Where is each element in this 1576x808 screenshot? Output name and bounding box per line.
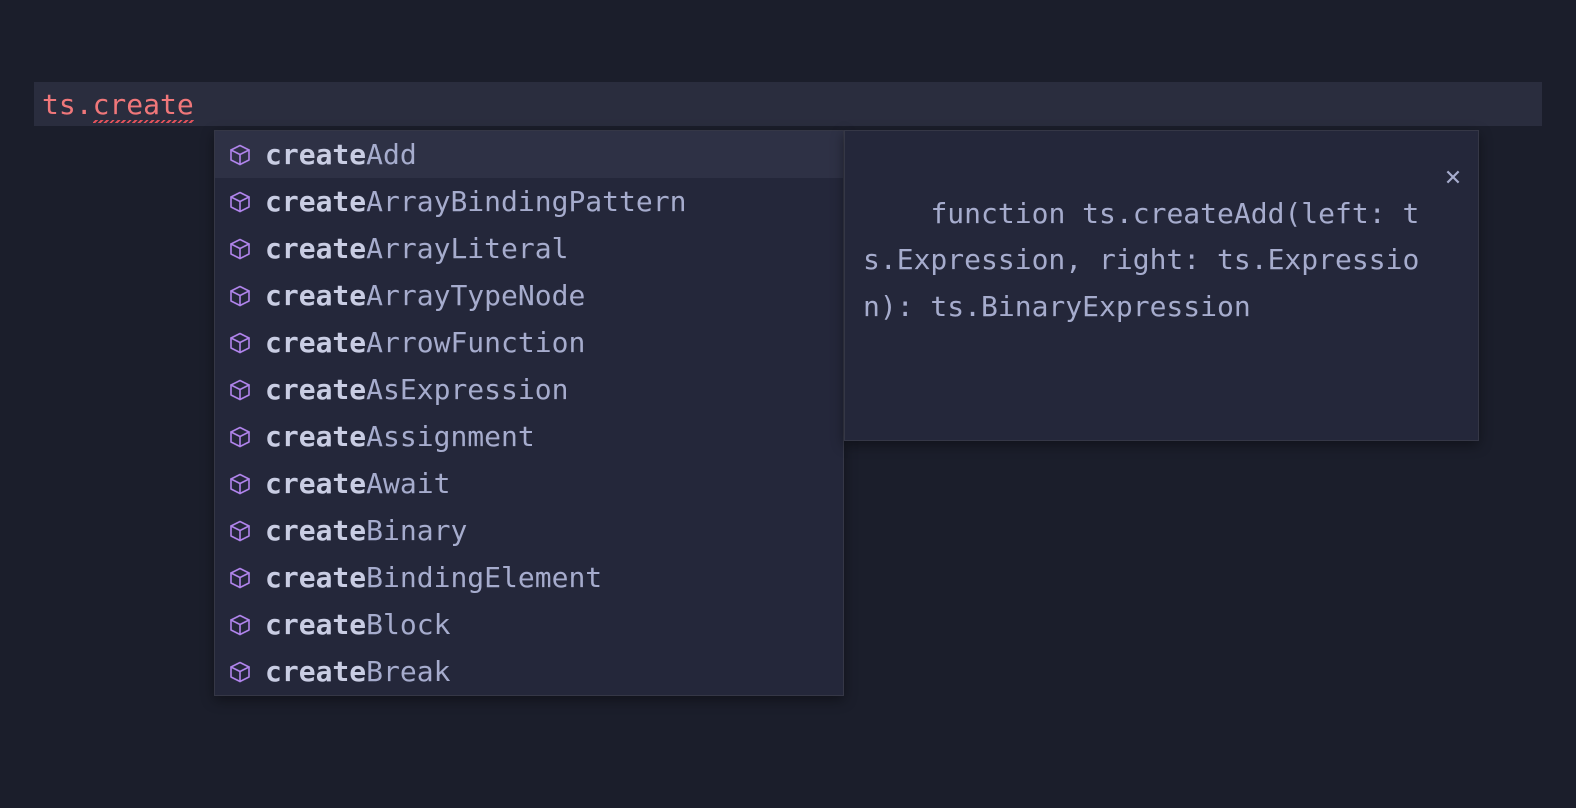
- autocomplete-popup: createAdd createArrayBindingPattern crea…: [214, 130, 1479, 696]
- suggestion-item[interactable]: createBinary: [215, 507, 843, 554]
- suggestion-rest: Binary: [366, 514, 467, 547]
- suggestion-rest: Await: [366, 467, 450, 500]
- suggestion-match: create: [265, 326, 366, 359]
- close-icon: [1444, 62, 1466, 247]
- suggestion-rest: Add: [366, 138, 417, 171]
- method-icon: [227, 424, 253, 450]
- token-member: create: [93, 88, 194, 121]
- method-icon: [227, 518, 253, 544]
- suggestion-item[interactable]: createBlock: [215, 601, 843, 648]
- suggestion-match: create: [265, 561, 366, 594]
- token-namespace: ts: [42, 88, 76, 121]
- suggestion-match: create: [265, 185, 366, 218]
- suggestion-rest: Break: [366, 655, 450, 688]
- suggestion-item[interactable]: createBreak: [215, 648, 843, 695]
- method-icon: [227, 659, 253, 685]
- suggestion-list[interactable]: createAdd createArrayBindingPattern crea…: [214, 130, 844, 696]
- suggestion-match: create: [265, 138, 366, 171]
- suggestion-rest: AsExpression: [366, 373, 568, 406]
- suggestion-item[interactable]: createAwait: [215, 460, 843, 507]
- method-icon: [227, 189, 253, 215]
- suggestion-rest: BindingElement: [366, 561, 602, 594]
- suggestion-rest: ArrowFunction: [366, 326, 585, 359]
- close-button[interactable]: [1444, 143, 1466, 165]
- suggestion-item[interactable]: createArrayBindingPattern: [215, 178, 843, 225]
- token-dot: .: [76, 88, 93, 121]
- method-icon: [227, 330, 253, 356]
- error-squiggle: [93, 120, 194, 123]
- suggestion-item[interactable]: createArrayLiteral: [215, 225, 843, 272]
- method-icon: [227, 471, 253, 497]
- method-icon: [227, 142, 253, 168]
- method-icon: [227, 236, 253, 262]
- method-icon: [227, 283, 253, 309]
- suggestion-rest: ArrayBindingPattern: [366, 185, 686, 218]
- suggestion-rest: Assignment: [366, 420, 535, 453]
- suggestion-match: create: [265, 514, 366, 547]
- suggestion-match: create: [265, 279, 366, 312]
- editor-line[interactable]: ts.create: [34, 82, 1542, 126]
- method-icon: [227, 565, 253, 591]
- method-icon: [227, 612, 253, 638]
- signature-detail-panel: function ts.createAdd(left: ts.Expressio…: [844, 130, 1479, 441]
- suggestion-item[interactable]: createArrayTypeNode: [215, 272, 843, 319]
- method-icon: [227, 377, 253, 403]
- suggestion-rest: ArrayTypeNode: [366, 279, 585, 312]
- suggestion-item[interactable]: createArrowFunction: [215, 319, 843, 366]
- suggestion-match: create: [265, 467, 366, 500]
- suggestion-match: create: [265, 655, 366, 688]
- suggestion-rest: Block: [366, 608, 450, 641]
- suggestion-rest: ArrayLiteral: [366, 232, 568, 265]
- suggestion-item[interactable]: createBindingElement: [215, 554, 843, 601]
- suggestion-match: create: [265, 420, 366, 453]
- suggestion-match: create: [265, 373, 366, 406]
- suggestion-item[interactable]: createAsExpression: [215, 366, 843, 413]
- token-member-text: create: [93, 88, 194, 121]
- signature-text: function ts.createAdd(left: ts.Expressio…: [863, 197, 1419, 322]
- suggestion-item[interactable]: createAssignment: [215, 413, 843, 460]
- suggestion-match: create: [265, 608, 366, 641]
- suggestion-item[interactable]: createAdd: [215, 131, 843, 178]
- suggestion-match: create: [265, 232, 366, 265]
